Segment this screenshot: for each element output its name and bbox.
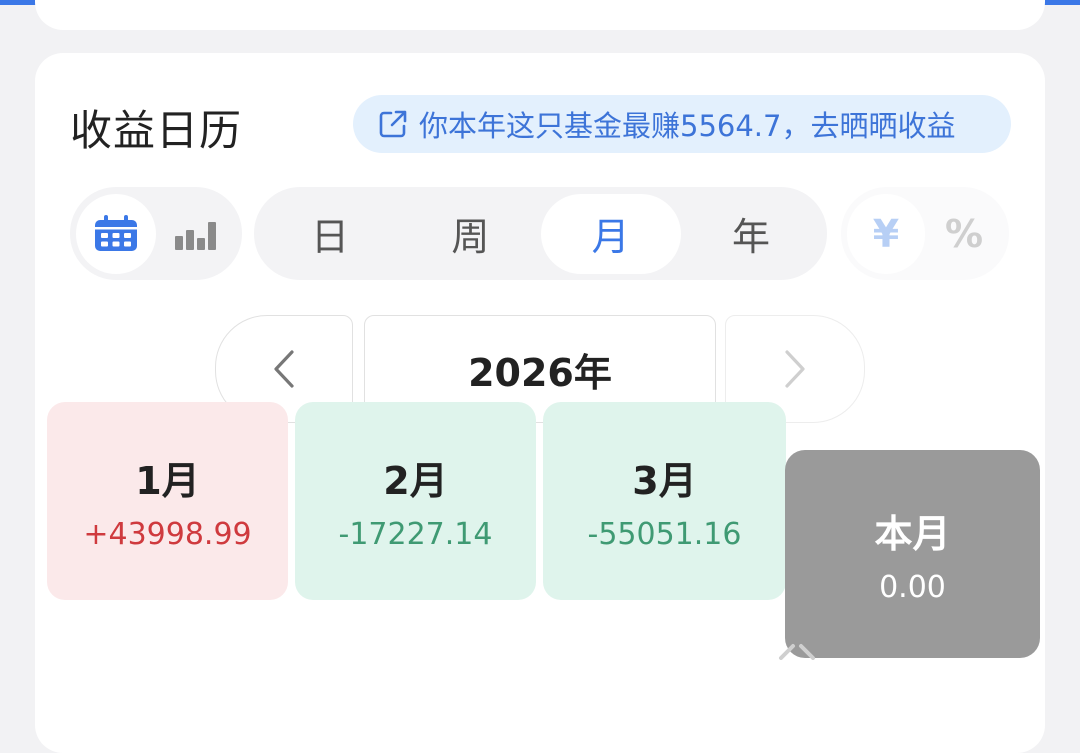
tab-day[interactable]: 日 <box>260 194 400 274</box>
view-toggle <box>70 187 242 280</box>
share-profit-banner[interactable]: 你本年这只基金最赚5564.7，去晒晒收益 <box>353 95 1011 153</box>
tab-week[interactable]: 周 <box>400 194 540 274</box>
month-cell-mar[interactable]: 3月 -55051.16 <box>543 402 786 600</box>
tab-year[interactable]: 年 <box>681 194 821 274</box>
month-label: 3月 <box>632 459 697 503</box>
amount-unit-button[interactable]: ¥ <box>847 193 925 274</box>
chevron-right-icon <box>785 350 805 388</box>
month-label: 本月 <box>874 512 951 556</box>
bar-chart-icon <box>175 221 216 250</box>
month-cell-feb[interactable]: 2月 -17227.14 <box>295 402 536 600</box>
month-label: 2月 <box>383 459 448 503</box>
month-profit: -17227.14 <box>338 517 493 552</box>
percent-unit-button[interactable]: % <box>925 194 1003 274</box>
period-tabs: 日 周 月 年 <box>254 187 827 280</box>
month-label: 1月 <box>135 459 200 503</box>
month-cell-current[interactable]: 本月 0.00 <box>785 450 1040 658</box>
section-title: 收益日历 <box>70 106 243 155</box>
month-profit: +43998.99 <box>83 517 252 552</box>
calendar-icon <box>95 214 137 251</box>
previous-card-bottom <box>35 0 1045 30</box>
chevron-left-icon <box>274 350 294 388</box>
calendar-view-button[interactable] <box>76 193 156 274</box>
unit-toggle: ¥ % <box>841 187 1009 280</box>
month-cell-jan[interactable]: 1月 +43998.99 <box>47 402 288 600</box>
share-profit-text: 你本年这只基金最赚5564.7，去晒晒收益 <box>419 109 956 143</box>
month-profit: 0.00 <box>879 570 946 605</box>
share-external-icon <box>379 110 407 138</box>
tab-month[interactable]: 月 <box>540 193 681 274</box>
month-profit: -55051.16 <box>587 517 742 552</box>
close-icon[interactable] <box>777 640 817 664</box>
chart-view-button[interactable] <box>156 194 236 274</box>
